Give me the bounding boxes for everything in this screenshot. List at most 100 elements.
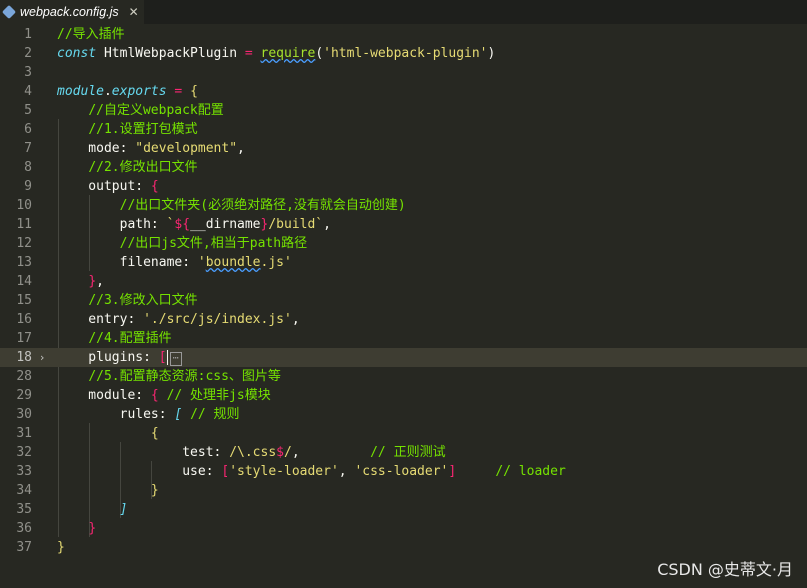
code-token: //5.配置静态资源:css、图片等 — [88, 369, 281, 384]
code-text: } — [57, 519, 96, 538]
code-line[interactable]: 18 › plugins: [⋯ — [0, 348, 807, 367]
line-number: 12 — [16, 236, 32, 251]
close-icon[interactable]: ✕ — [129, 5, 139, 19]
code-line[interactable]: 4 module.exports = { — [0, 82, 807, 101]
line-number: 32 — [16, 445, 32, 460]
code-token: HtmlWebpackPlugin — [96, 46, 245, 61]
code-token: ] — [119, 502, 128, 517]
tab-webpack-config[interactable]: webpack.config.js ✕ — [0, 0, 144, 24]
line-number: 31 — [16, 426, 32, 441]
code-line[interactable]: 30 rules: [ // 规则 — [0, 405, 807, 424]
code-line[interactable]: 1 //导入插件 — [0, 25, 807, 44]
code-token: './src/js/index.js' — [143, 312, 292, 327]
code-token: "development" — [135, 141, 238, 156]
code-line[interactable]: 37} — [0, 538, 807, 557]
code-token: // 处理非js模块 — [166, 388, 271, 403]
code-editor[interactable]: 1 //导入插件 2 const HtmlWebpackPlugin = requir… — [0, 24, 807, 588]
code-token: ) — [487, 46, 496, 61]
line-number: 29 — [16, 388, 32, 403]
code-line[interactable]: 10 //出口文件夹(必须绝对路径,没有就会自动创建) — [0, 196, 807, 215]
code-text: //2.修改出口文件 — [57, 158, 198, 177]
code-token: boundle — [205, 255, 261, 270]
code-line[interactable]: 6 //1.设置打包模式 — [0, 120, 807, 139]
code-line[interactable]: 16 entry: './src/js/index.js', — [0, 310, 807, 329]
line-number: 9 — [24, 179, 32, 194]
line-number: 1 — [24, 27, 32, 42]
code-text: //4.配置插件 — [57, 329, 171, 348]
code-token: module — [57, 84, 104, 99]
code-line[interactable]: 14 }, — [0, 272, 807, 291]
code-line[interactable]: 36 } — [0, 519, 807, 538]
code-text: use: ['style-loader', 'css-loader'] // l… — [57, 462, 566, 481]
code-line[interactable]: 34 } — [0, 481, 807, 500]
code-text: module.exports = { — [57, 82, 198, 101]
code-token: } — [150, 483, 159, 498]
code-line[interactable]: 5 //自定义webpack配置 — [0, 101, 807, 120]
code-token: 'css-loader' — [354, 464, 449, 479]
code-token: test: — [57, 445, 230, 460]
code-line[interactable]: 2 const HtmlWebpackPlugin = require('html… — [0, 44, 807, 63]
code-token: const — [57, 46, 97, 61]
code-line[interactable]: 29 module: { // 处理非js模块 — [0, 386, 807, 405]
code-text: path: `${__dirname}/build`, — [57, 215, 331, 234]
line-number: 15 — [16, 293, 32, 308]
code-token: //2.修改出口文件 — [88, 160, 198, 175]
code-token: path: — [57, 217, 167, 232]
code-token: ' — [197, 255, 206, 270]
code-token: { — [190, 84, 198, 99]
code-text: module: { // 处理非js模块 — [57, 386, 271, 405]
line-number: 10 — [16, 198, 32, 213]
code-line[interactable]: 9 output: { — [0, 177, 807, 196]
line-number: 33 — [16, 464, 32, 479]
code-token: 'html-webpack-plugin' — [323, 46, 488, 61]
code-token: } — [88, 274, 97, 289]
code-text: } — [57, 481, 159, 500]
fold-chevron-icon[interactable]: › — [40, 348, 50, 367]
code-line[interactable]: 28 //5.配置静态资源:css、图片等 — [0, 367, 807, 386]
code-line[interactable]: 33 use: ['style-loader', 'css-loader'] /… — [0, 462, 807, 481]
code-token: rules: — [57, 407, 175, 422]
code-token: ] — [448, 464, 457, 479]
line-number: 35 — [16, 502, 32, 517]
code-text: } — [57, 538, 65, 557]
code-text: const HtmlWebpackPlugin = require('html-… — [57, 44, 495, 63]
code-token: entry: — [57, 312, 144, 327]
code-line[interactable]: 3 — [0, 63, 807, 82]
code-token: require — [260, 46, 316, 61]
code-line[interactable]: 8 //2.修改出口文件 — [0, 158, 807, 177]
line-number: 36 — [16, 521, 32, 536]
code-token: } — [88, 521, 97, 536]
code-line[interactable]: 32 test: /\.css$/, // 正则测试 — [0, 443, 807, 462]
folded-region-marker[interactable]: ⋯ — [169, 352, 182, 366]
code-line[interactable]: 12 //出口js文件,相当于path路径 — [0, 234, 807, 253]
code-token: //出口文件夹(必须绝对路径,没有就会自动创建) — [119, 198, 406, 213]
code-token: { — [150, 426, 159, 441]
code-line[interactable]: 17 //4.配置插件 — [0, 329, 807, 348]
code-token: //3.修改入口文件 — [88, 293, 198, 308]
line-number: 11 — [16, 217, 32, 232]
code-line[interactable]: 7 mode: "development", — [0, 139, 807, 158]
code-token: [ — [158, 350, 167, 365]
code-line[interactable]: 31 { — [0, 424, 807, 443]
code-line[interactable]: 11 path: `${__dirname}/build`, — [0, 215, 807, 234]
code-token: . — [103, 84, 112, 99]
code-line[interactable]: 13 filename: 'boundle.js' — [0, 253, 807, 272]
code-line[interactable]: 15 //3.修改入口文件 — [0, 291, 807, 310]
code-text: test: /\.css$/, // 正则测试 — [57, 443, 446, 462]
code-token: ( — [315, 46, 324, 61]
code-token: // 正则测试 — [370, 445, 446, 460]
code-token: /\.css — [229, 445, 277, 460]
code-line[interactable]: 35 ] — [0, 500, 807, 519]
watermark: CSDN @史蒂文·月 — [657, 560, 793, 579]
code-text: //导入插件 — [57, 25, 125, 44]
